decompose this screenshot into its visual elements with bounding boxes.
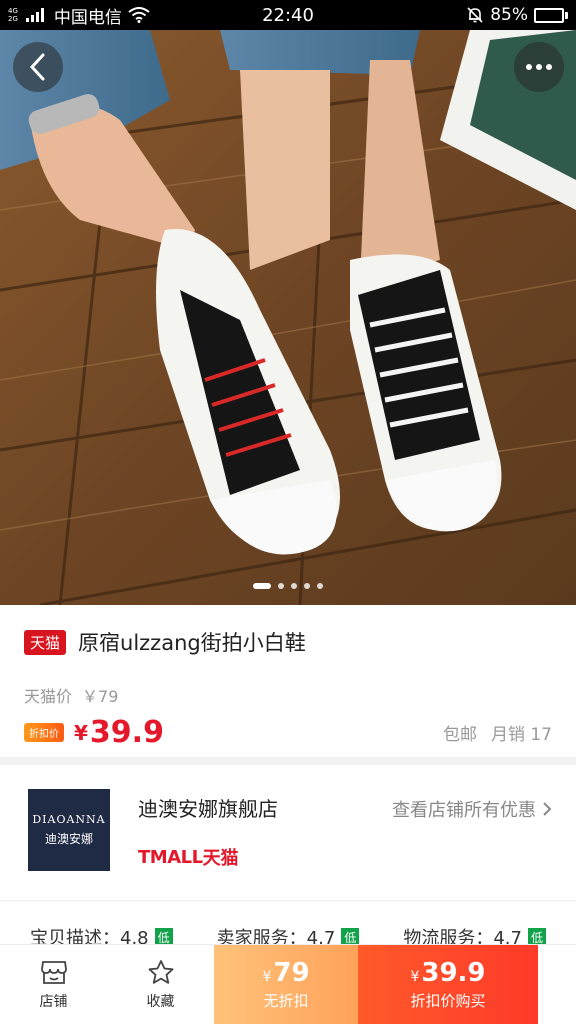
tmall-logo: TMALL 天猫 <box>138 844 392 870</box>
product-photo <box>0 30 576 605</box>
carousel-dot[interactable] <box>317 583 323 589</box>
network-type: 4G 2G <box>8 7 18 23</box>
tmall-badge: 天猫 <box>24 629 67 655</box>
discount-badge: 折扣价 <box>24 723 64 742</box>
original-price-label: 天猫价 <box>24 687 73 706</box>
shop-tab[interactable]: 店铺 <box>0 945 107 1024</box>
signal-icon <box>25 8 44 22</box>
monthly-sales: 月销 17 <box>490 725 552 745</box>
favorite-tab[interactable]: 收藏 <box>107 945 214 1024</box>
carousel-dot[interactable] <box>278 583 284 589</box>
section-divider <box>0 757 576 765</box>
buy-full-price-button[interactable]: ¥ 79 无折扣 <box>214 945 358 1024</box>
carrier-name: 中国电信 <box>53 7 122 28</box>
shop-tab-label: 店铺 <box>39 993 68 1010</box>
favorite-tab-label: 收藏 <box>146 993 175 1010</box>
currency-symbol: ¥ <box>74 720 88 745</box>
battery-percent: 85% <box>490 5 528 25</box>
original-price: ￥79 <box>82 687 119 706</box>
silent-bell-icon <box>466 6 484 24</box>
chevron-right-icon <box>543 802 552 816</box>
shop-divider <box>0 900 576 901</box>
more-button[interactable] <box>514 42 564 92</box>
tmall-logo-cn: 天猫 <box>202 848 239 869</box>
shop-logo[interactable]: DIAOANNA 迪澳安娜 <box>28 789 110 871</box>
star-icon <box>148 959 173 984</box>
buy-discount-button[interactable]: ¥ 39.9 折扣价购买 <box>358 945 538 1024</box>
shop-deals-label: 查看店铺所有优惠 <box>392 800 536 821</box>
buy-discount-currency: ¥ <box>410 969 420 985</box>
more-dots-icon <box>526 64 552 70</box>
product-image-carousel[interactable] <box>0 30 576 605</box>
clock: 22:40 <box>262 4 314 26</box>
shipping-info: 包邮 <box>442 725 477 745</box>
shop-logo-cn: 迪澳安娜 <box>44 832 93 846</box>
original-price-row: 天猫价 ￥79 <box>24 683 552 707</box>
product-info: 天猫 原宿ulzzang街拍小白鞋 天猫价 ￥79 折扣价 ¥ 39.9 包邮 … <box>0 605 576 757</box>
network-2g: 2G <box>8 15 18 23</box>
back-button[interactable] <box>13 42 63 92</box>
store-icon <box>40 960 67 984</box>
buy-discount-label: 折扣价购买 <box>410 992 486 1010</box>
shop-card[interactable]: DIAOANNA 迪澳安娜 迪澳安娜旗舰店 TMALL 天猫 查看店铺所有优惠 <box>0 765 576 900</box>
chevron-left-icon <box>29 53 45 81</box>
shop-name[interactable]: 迪澳安娜旗舰店 <box>138 793 392 822</box>
carousel-dot[interactable] <box>304 583 310 589</box>
bottom-action-bar: 店铺 收藏 ¥ 79 无折扣 ¥ 39.9 折扣价购买 <box>0 944 576 1024</box>
carousel-dot[interactable] <box>253 583 271 589</box>
buy-discount-price: 39.9 <box>421 958 486 988</box>
shop-logo-en: DIAOANNA <box>32 813 106 826</box>
buy-full-currency: ¥ <box>262 969 272 985</box>
carousel-indicator <box>0 583 576 589</box>
status-bar: 4G 2G 中国电信 22:40 85% <box>0 0 576 30</box>
discount-price: 39.9 <box>89 715 164 750</box>
buy-full-label: 无折扣 <box>263 992 309 1010</box>
carousel-dot[interactable] <box>291 583 297 589</box>
buy-full-price: 79 <box>273 958 310 988</box>
network-4g: 4G <box>8 7 18 15</box>
product-title: 原宿ulzzang街拍小白鞋 <box>78 631 306 655</box>
wifi-icon <box>128 7 150 23</box>
shop-deals-link[interactable]: 查看店铺所有优惠 <box>392 797 552 821</box>
tmall-logo-latin: TMALL <box>138 846 203 868</box>
battery-icon <box>534 7 568 23</box>
